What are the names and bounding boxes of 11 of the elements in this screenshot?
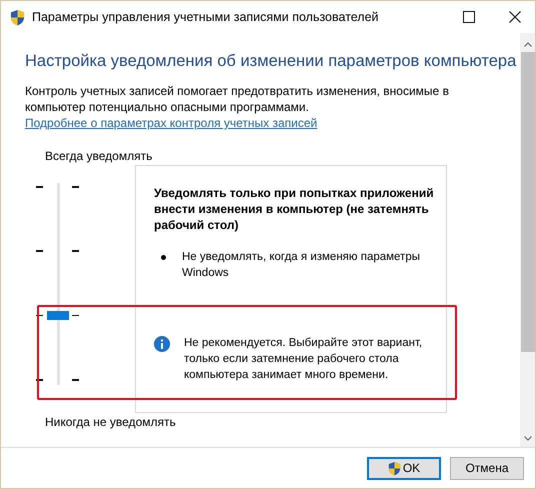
window-title: Параметры управления учетными записями пользователей xyxy=(32,10,379,24)
slider-label: Всегда уведомлять xyxy=(45,149,154,163)
warning-note: Не рекомендуется. Выбирайте этот вариант, только если затемнение рабочего стола компьютера занимает много времени. xyxy=(184,336,424,383)
cancel-button[interactable]: Отмена xyxy=(450,456,524,480)
slider-label: Никогда не уведомлять xyxy=(45,415,177,429)
bullet-text: Не уведомлять, когда я изменяю параметры Windows xyxy=(182,250,421,281)
panel-title: Уведомлять только при попытках приложений внести изменения в компьютер (не затемнять рабочий стол) xyxy=(154,185,435,233)
description: Контроль учетных записей помогает предотвратить изменения, вносимые в компьютер потенциально опасными программами. xyxy=(25,83,450,115)
ok-button[interactable]: OK xyxy=(367,456,441,480)
help-link[interactable]: Подробнее о параметрах контроля учетных записей xyxy=(25,115,318,131)
page-heading: Настройка уведомления об изменении параметров компьютера xyxy=(25,52,518,71)
